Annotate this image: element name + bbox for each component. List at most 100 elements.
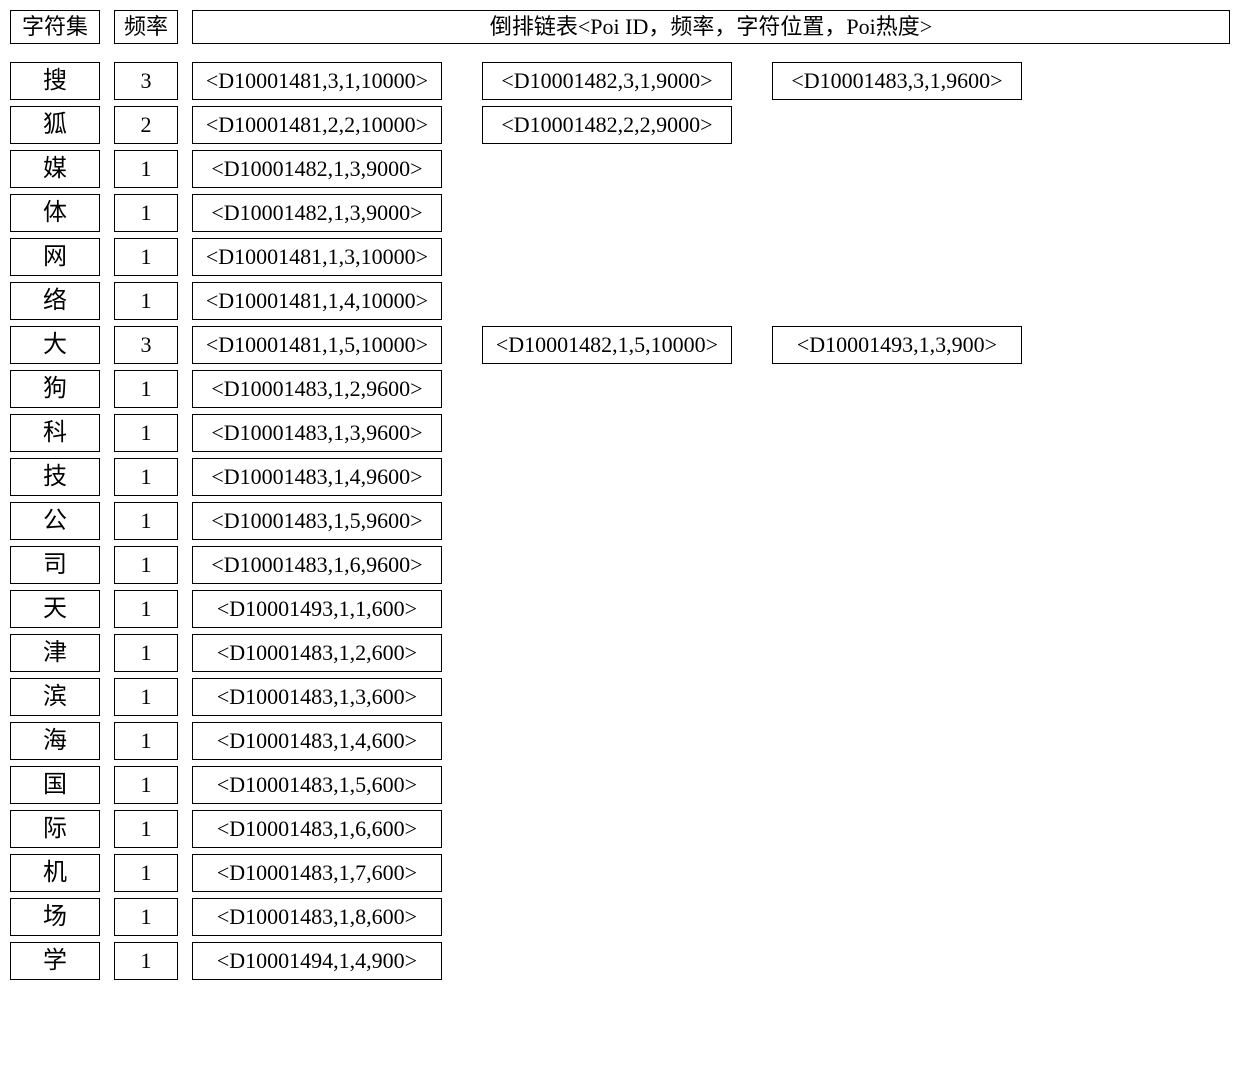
charset-cell: 司: [10, 546, 100, 584]
tuple-list: <D10001483,1,5,600>: [192, 766, 442, 804]
freq-cell: 1: [114, 282, 178, 320]
tuple-cell: <D10001482,1,3,9000>: [192, 150, 442, 188]
tuple-list: <D10001483,1,6,600>: [192, 810, 442, 848]
tuple-cell: <D10001483,1,5,600>: [192, 766, 442, 804]
table-row: 海1 <D10001483,1,4,600>: [10, 722, 1230, 760]
table-row: 科1 <D10001483,1,3,9600>: [10, 414, 1230, 452]
table-body: 搜 3 <D10001481,3,1,10000> <D10001482,3,1,90…: [10, 62, 1230, 980]
charset-cell: 公: [10, 502, 100, 540]
tuple-list: <D10001483,1,2,9600>: [192, 370, 442, 408]
charset-cell: 科: [10, 414, 100, 452]
freq-cell: 3: [114, 326, 178, 364]
tuple-list: <D10001482,1,3,9000>: [192, 150, 442, 188]
tuple-cell: <D10001483,1,6,600>: [192, 810, 442, 848]
charset-cell: 媒: [10, 150, 100, 188]
freq-cell: 1: [114, 898, 178, 936]
charset-cell: 海: [10, 722, 100, 760]
tuple-list: <D10001483,1,4,600>: [192, 722, 442, 760]
tuple-list: <D10001481,2,2,10000> <D10001482,2,2,9000…: [192, 106, 732, 144]
freq-cell: 1: [114, 854, 178, 892]
table-row: 际1 <D10001483,1,6,600>: [10, 810, 1230, 848]
table-row: 司1<D10001483,1,6,9600>: [10, 546, 1230, 584]
table-row: 滨1<D10001483,1,3,600>: [10, 678, 1230, 716]
table-row: 津1<D10001483,1,2,600>: [10, 634, 1230, 672]
tuple-cell: <D10001483,1,4,600>: [192, 722, 442, 760]
table-row: 体1<D10001482,1,3,9000>: [10, 194, 1230, 232]
tuple-cell: <D10001482,2,2,9000>: [482, 106, 732, 144]
tuple-cell: <D10001481,1,4,10000>: [192, 282, 442, 320]
tuple-list: <D10001481,1,5,10000><D10001482,1,5,1000…: [192, 326, 1022, 364]
tuple-cell: <D10001483,1,2,9600>: [192, 370, 442, 408]
table-row: 搜3<D10001481,3,1,10000><D10001482,3,1,90…: [10, 62, 1230, 100]
tuple-cell: <D10001481,1,5,10000>: [192, 326, 442, 364]
table-row: 技1 <D10001483,1,4,9600>: [10, 458, 1230, 496]
tuple-cell: <D10001483,1,3,9600>: [192, 414, 442, 452]
tuple-list: <D10001481,3,1,10000> <D10001482,3,1,9000…: [192, 62, 1022, 100]
tuple-cell: <D10001483,1,6,9600>: [192, 546, 442, 584]
tuple-cell: <D10001481,2,2,10000>: [192, 106, 442, 144]
freq-cell: 1: [114, 942, 178, 980]
charset-cell: 学: [10, 942, 100, 980]
charset-cell: 搜: [10, 62, 100, 100]
tuple-cell: <D10001493,1,3,900>: [772, 326, 1022, 364]
table-row: 媒1 <D10001482,1,3,9000>: [10, 150, 1230, 188]
table-row: 天1<D10001493,1,1,600>: [10, 590, 1230, 628]
freq-cell: 1: [114, 150, 178, 188]
table-row: 机1<D10001483,1,7,600>: [10, 854, 1230, 892]
charset-cell: 场: [10, 898, 100, 936]
freq-cell: 1: [114, 634, 178, 672]
freq-cell: 1: [114, 502, 178, 540]
tuple-cell: <D10001483,1,4,9600>: [192, 458, 442, 496]
charset-cell: 技: [10, 458, 100, 496]
charset-cell: 国: [10, 766, 100, 804]
charset-cell: 狗: [10, 370, 100, 408]
freq-cell: 1: [114, 370, 178, 408]
charset-cell: 滨: [10, 678, 100, 716]
freq-cell: 1: [114, 722, 178, 760]
tuple-list: <D10001483,1,6,9600>: [192, 546, 442, 584]
tuple-list: <D10001494,1,4,900>: [192, 942, 442, 980]
charset-cell: 络: [10, 282, 100, 320]
charset-cell: 网: [10, 238, 100, 276]
tuple-cell: <D10001483,1,2,600>: [192, 634, 442, 672]
tuple-list: <D10001483,1,3,600>: [192, 678, 442, 716]
header-list: 倒排链表<Poi ID，频率，字符位置，Poi热度>: [192, 10, 1230, 44]
tuple-list: <D10001483,1,7,600>: [192, 854, 442, 892]
table-row: 场1 <D10001483,1,8,600>: [10, 898, 1230, 936]
tuple-list: <D10001482,1,3,9000>: [192, 194, 442, 232]
tuple-list: <D10001481,1,4,10000>: [192, 282, 442, 320]
table-row: 学1 <D10001494,1,4,900>: [10, 942, 1230, 980]
freq-cell: 1: [114, 194, 178, 232]
freq-cell: 1: [114, 766, 178, 804]
charset-cell: 际: [10, 810, 100, 848]
tuple-list: <D10001481,1,3,10000>: [192, 238, 442, 276]
freq-cell: 2: [114, 106, 178, 144]
freq-cell: 1: [114, 458, 178, 496]
freq-cell: 1: [114, 238, 178, 276]
tuple-cell: <D10001481,3,1,10000>: [192, 62, 442, 100]
charset-cell: 狐: [10, 106, 100, 144]
tuple-list: <D10001483,1,4,9600>: [192, 458, 442, 496]
tuple-list: <D10001483,1,3,9600>: [192, 414, 442, 452]
table-row: 大3 <D10001481,1,5,10000><D10001482,1,5,10…: [10, 326, 1230, 364]
tuple-cell: <D10001481,1,3,10000>: [192, 238, 442, 276]
tuple-cell: <D10001493,1,1,600>: [192, 590, 442, 628]
tuple-list: <D10001483,1,8,600>: [192, 898, 442, 936]
tuple-cell: <D10001482,3,1,9000>: [482, 62, 732, 100]
table-row: 狐2 <D10001481,2,2,10000> <D10001482,2,2,90…: [10, 106, 1230, 144]
table-row: 狗1 <D10001483,1,2,9600>: [10, 370, 1230, 408]
tuple-cell: <D10001483,1,7,600>: [192, 854, 442, 892]
tuple-list: <D10001493,1,1,600>: [192, 590, 442, 628]
tuple-list: <D10001483,1,2,600>: [192, 634, 442, 672]
header-row: 字符集 频率 倒排链表<Poi ID，频率，字符位置，Poi热度>: [10, 10, 1230, 44]
charset-cell: 大: [10, 326, 100, 364]
charset-cell: 天: [10, 590, 100, 628]
freq-cell: 1: [114, 414, 178, 452]
table-row: 国1 <D10001483,1,5,600>: [10, 766, 1230, 804]
freq-cell: 1: [114, 810, 178, 848]
table-row: 公1<D10001483,1,5,9600>: [10, 502, 1230, 540]
table-row: 网1 <D10001481,1,3,10000>: [10, 238, 1230, 276]
tuple-cell: <D10001483,3,1,9600>: [772, 62, 1022, 100]
table-row: 络1 <D10001481,1,4,10000>: [10, 282, 1230, 320]
tuple-cell: <D10001483,1,8,600>: [192, 898, 442, 936]
